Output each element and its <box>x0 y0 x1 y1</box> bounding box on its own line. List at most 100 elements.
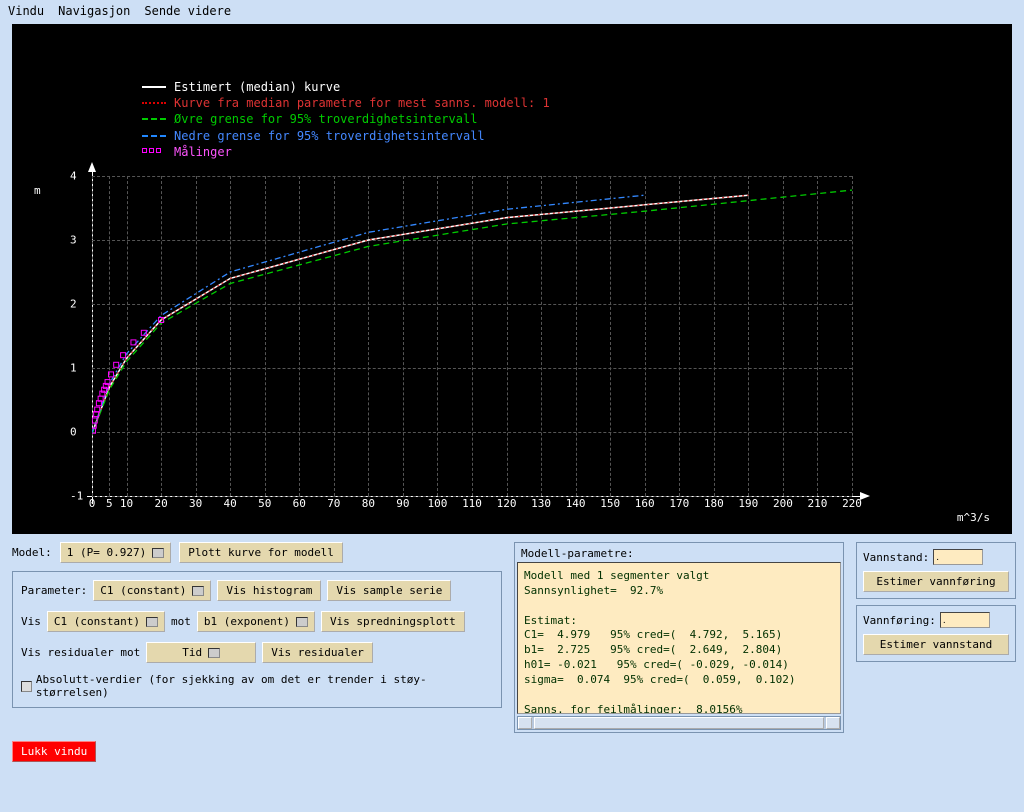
model-dropdown[interactable]: 1 (P= 0.927) <box>60 542 171 563</box>
parameter-dropdown[interactable]: C1 (constant) <box>93 580 211 601</box>
vannforing-label: Vannføring: <box>863 614 936 627</box>
dropdown-icon <box>192 586 204 596</box>
menu-navigasjon[interactable]: Navigasjon <box>58 4 130 18</box>
x-tick: 10 <box>120 497 133 510</box>
curves-svg <box>92 176 852 496</box>
x-tick: 160 <box>635 497 655 510</box>
legend-swatch-white <box>142 86 166 88</box>
y-tick: 3 <box>70 234 77 247</box>
parameter-label: Parameter: <box>21 584 87 597</box>
vannforing-input[interactable] <box>940 612 990 628</box>
vannstand-panel: Vannstand: Estimer vannføring <box>856 542 1016 599</box>
abs-values-label: Absolutt-verdier (for sjekking av om det… <box>36 673 493 699</box>
legend-swatch-red <box>142 102 166 104</box>
vannforing-panel: Vannføring: Estimer vannstand <box>856 605 1016 662</box>
x-tick: 60 <box>293 497 306 510</box>
menu-sende-videre[interactable]: Sende videre <box>144 4 231 18</box>
x-tick: 50 <box>258 497 271 510</box>
x-tick: 80 <box>362 497 375 510</box>
x-tick: 220 <box>842 497 862 510</box>
vis-residual-button[interactable]: Vis residualer <box>262 642 373 663</box>
vannstand-label: Vannstand: <box>863 551 929 564</box>
x-tick: 100 <box>428 497 448 510</box>
measurement-point <box>121 353 126 358</box>
residual-dropdown-value: Tid <box>182 646 202 659</box>
x-gridline <box>852 176 853 496</box>
curve <box>92 195 645 432</box>
vis-y-dropdown[interactable]: b1 (exponent) <box>197 611 315 632</box>
x-tick: 140 <box>566 497 586 510</box>
x-tick: 70 <box>327 497 340 510</box>
scroll-thumb[interactable] <box>534 717 824 729</box>
y-tick: 2 <box>70 298 77 311</box>
y-tick: 0 <box>70 426 77 439</box>
legend-label-2: Kurve fra median parametre for mest sann… <box>174 95 550 111</box>
vis-x-value: C1 (constant) <box>54 615 140 628</box>
vis-histogram-button[interactable]: Vis histogram <box>217 580 321 601</box>
model-dropdown-value: 1 (P= 0.927) <box>67 546 146 559</box>
x-tick: 170 <box>669 497 689 510</box>
x-tick: 130 <box>531 497 551 510</box>
vis-sample-button[interactable]: Vis sample serie <box>327 580 451 601</box>
legend-swatch-green <box>142 118 166 120</box>
x-tick: 5 <box>106 497 113 510</box>
curve <box>92 190 852 434</box>
scroll-right-icon[interactable] <box>826 717 840 729</box>
close-window-button[interactable]: Lukk vindu <box>12 741 96 762</box>
dropdown-icon <box>296 617 308 627</box>
plot-area: Estimert (median) kurve Kurve fra median… <box>12 24 1012 534</box>
scroll-left-icon[interactable] <box>518 717 532 729</box>
legend-label-3: Øvre grense for 95% troverdighetsinterva… <box>174 111 477 127</box>
parameter-dropdown-value: C1 (constant) <box>100 584 186 597</box>
x-tick: 90 <box>396 497 409 510</box>
x-tick: 0 <box>89 497 96 510</box>
vannstand-input[interactable] <box>933 549 983 565</box>
dropdown-icon <box>208 648 220 658</box>
x-tick: 200 <box>773 497 793 510</box>
vis-x-dropdown[interactable]: C1 (constant) <box>47 611 165 632</box>
y-axis-label: m <box>34 184 41 197</box>
x-tick: 150 <box>600 497 620 510</box>
x-tick: 180 <box>704 497 724 510</box>
x-axis-label: m^3/s <box>957 511 990 524</box>
x-tick: 190 <box>738 497 758 510</box>
estimer-vannforing-button[interactable]: Estimer vannføring <box>863 571 1009 592</box>
model-label: Model: <box>12 546 52 559</box>
y-tick: -1 <box>70 490 83 503</box>
vis-label: Vis <box>21 615 41 628</box>
model-parameters-body: Modell med 1 segmenter valgt Sannsynligh… <box>517 562 841 714</box>
residual-dropdown[interactable]: Tid <box>146 642 256 663</box>
measurement-point <box>109 372 114 377</box>
y-axis-arrow-icon <box>88 162 96 172</box>
plot-model-button[interactable]: Plott kurve for modell <box>179 542 343 563</box>
legend: Estimert (median) kurve Kurve fra median… <box>142 79 550 160</box>
vis-spread-button[interactable]: Vis spredningsplott <box>321 611 465 632</box>
model-parameters-panel: Modell-parametre: Modell med 1 segmenter… <box>514 542 844 733</box>
residual-label: Vis residualer mot <box>21 646 140 659</box>
model-parameters-title: Modell-parametre: <box>517 545 841 562</box>
legend-label-5: Målinger <box>174 144 232 160</box>
menu-vindu[interactable]: Vindu <box>8 4 44 18</box>
abs-values-checkbox[interactable] <box>21 681 32 692</box>
estimer-vannstand-button[interactable]: Estimer vannstand <box>863 634 1009 655</box>
dropdown-icon <box>152 548 164 558</box>
legend-label-4: Nedre grense for 95% troverdighetsinterv… <box>174 128 485 144</box>
x-tick: 110 <box>462 497 482 510</box>
x-tick: 120 <box>497 497 517 510</box>
x-tick: 30 <box>189 497 202 510</box>
parameter-panel: Parameter: C1 (constant) Vis histogram V… <box>12 571 502 708</box>
y-tick: 1 <box>70 362 77 375</box>
y-tick: 4 <box>70 170 77 183</box>
x-tick: 40 <box>224 497 237 510</box>
mot-label: mot <box>171 615 191 628</box>
x-tick: 210 <box>808 497 828 510</box>
curve <box>92 195 748 433</box>
horizontal-scrollbar[interactable] <box>517 716 841 730</box>
legend-swatch-blue <box>142 135 166 137</box>
measurement-point <box>114 362 119 367</box>
legend-swatch-magenta <box>142 148 166 156</box>
legend-label-1: Estimert (median) kurve <box>174 79 340 95</box>
vis-y-value: b1 (exponent) <box>204 615 290 628</box>
x-tick: 20 <box>154 497 167 510</box>
dropdown-icon <box>146 617 158 627</box>
